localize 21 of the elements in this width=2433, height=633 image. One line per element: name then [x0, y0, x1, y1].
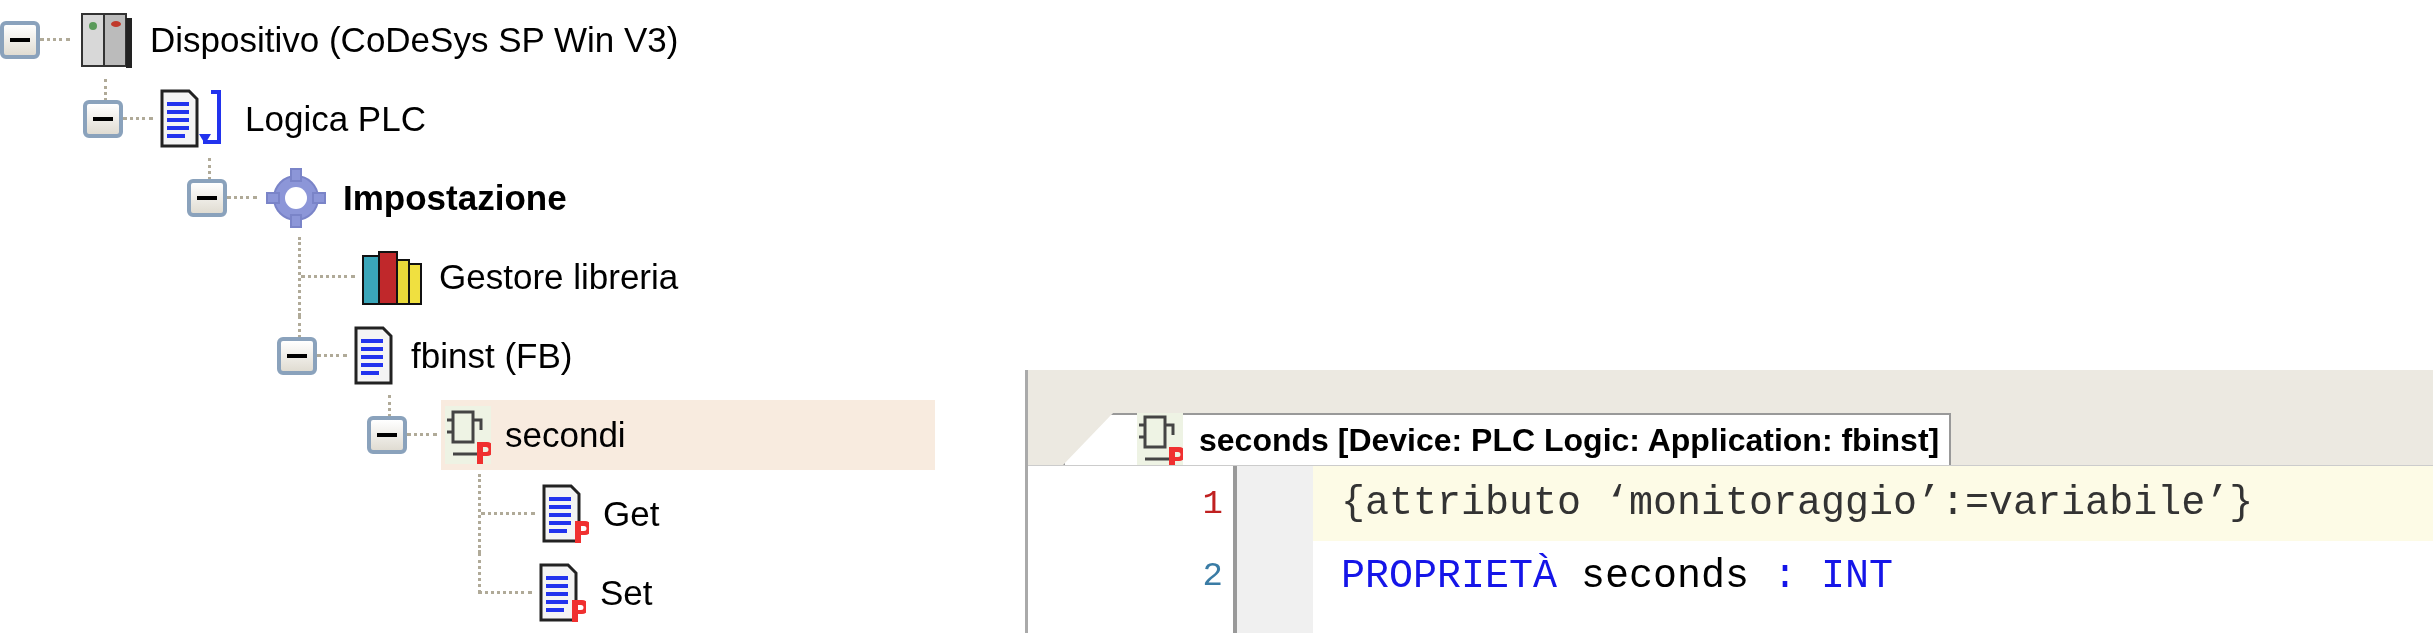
- code-line: PROPRIETÀ seconds : INT: [1340, 552, 1895, 601]
- tree-item[interactable]: Dispositivo (CoDeSys SP Win V3): [74, 4, 935, 75]
- line-number: 1: [1201, 483, 1224, 525]
- collapse-toggle[interactable]: [367, 415, 407, 454]
- tree-item[interactable]: Impostazione: [261, 162, 935, 233]
- tree-item[interactable]: secondi: [441, 399, 935, 470]
- tree-item[interactable]: Set: [536, 557, 935, 628]
- tree-item[interactable]: Gestore libreria: [359, 241, 935, 312]
- collapse-toggle[interactable]: [0, 20, 40, 59]
- editor-tab[interactable]: seconds [Device: PLC Logic: Application: fbinst]: [1063, 413, 1952, 465]
- tree-item[interactable]: Get: [539, 478, 935, 549]
- collapse-toggle[interactable]: [277, 336, 317, 375]
- blocks-p-icon: [443, 403, 491, 466]
- gear-icon: [263, 166, 329, 229]
- collapse-toggle[interactable]: [187, 178, 227, 217]
- document-p-icon: [538, 561, 586, 624]
- tree-item[interactable]: fbinst (FB): [351, 320, 935, 391]
- document-p-icon: [541, 482, 589, 545]
- collapse-toggle[interactable]: [83, 99, 123, 138]
- tree-item[interactable]: Logica PLC: [157, 83, 935, 154]
- line-number: 2: [1201, 556, 1224, 597]
